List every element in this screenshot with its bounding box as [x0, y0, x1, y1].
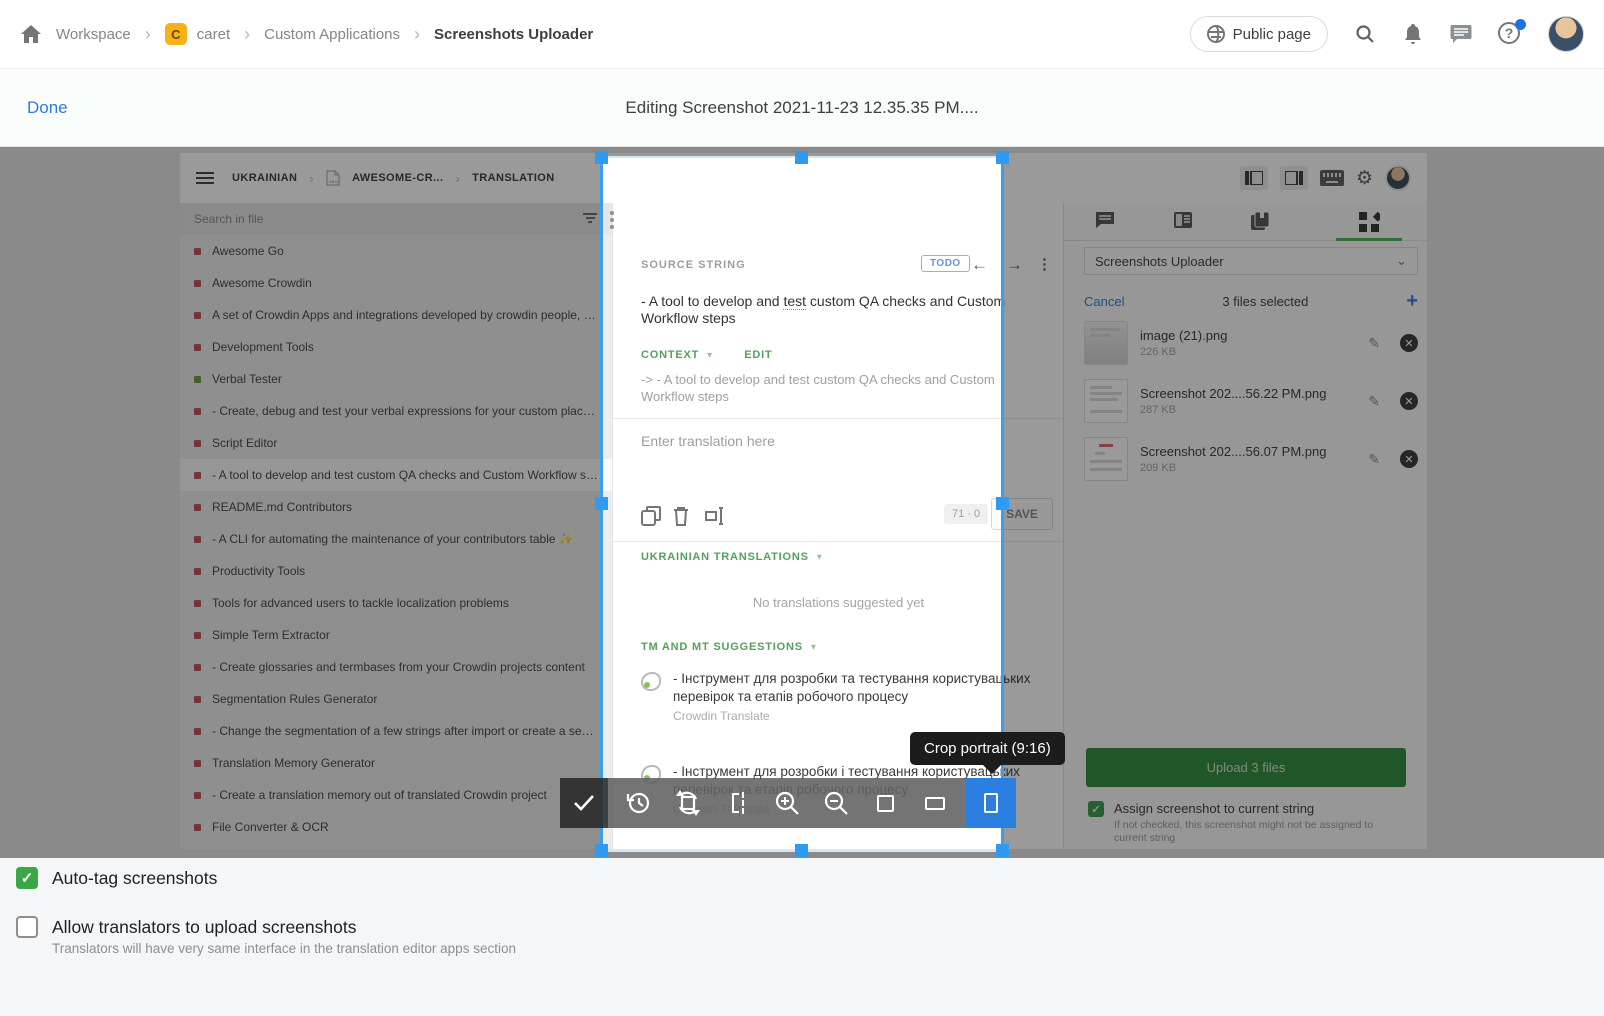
top-bar: Workspace › C caret › Custom Application…: [0, 0, 1604, 68]
crop-editor-canvas: UKRAINIAN › JSON AWESOME-CR... › TRANSLA…: [0, 147, 1604, 858]
allow-translators-description: Translators will have very same interfac…: [52, 941, 516, 956]
char-counter: 71 · 0: [944, 504, 988, 524]
context-label: CONTEXT: [641, 349, 699, 361]
translation-input: Enter translation here: [641, 433, 775, 449]
notification-dot: [1515, 19, 1526, 30]
highlighted-term: test: [783, 293, 806, 310]
chevron-down-icon: ▾: [817, 552, 822, 563]
select-text-icon: [705, 506, 725, 526]
crop-dim-overlay: [1003, 147, 1604, 858]
source-string-label: SOURCE STRING: [641, 259, 746, 271]
crop-handle-bottom-center[interactable]: [795, 844, 808, 857]
ukrainian-translations-header: UKRAINIAN TRANSLATIONS: [641, 551, 809, 563]
globe-icon: [1207, 25, 1225, 43]
chevron-right-icon: ›: [145, 24, 151, 45]
crop-square-button[interactable]: [869, 786, 903, 820]
user-avatar[interactable]: [1548, 16, 1584, 52]
breadcrumb-project[interactable]: caret: [197, 26, 230, 43]
chevron-right-icon: ›: [414, 24, 420, 45]
help-icon[interactable]: ?: [1498, 22, 1522, 46]
allow-translators-label: Allow translators to upload screenshots: [52, 917, 356, 938]
home-icon[interactable]: [20, 23, 42, 45]
context-text: -> - A tool to develop and test custom Q…: [641, 371, 1021, 405]
breadcrumb-section[interactable]: Custom Applications: [264, 26, 400, 43]
copy-source-icon: [641, 506, 661, 526]
rotate-crop-button[interactable]: [671, 786, 705, 820]
crop-handle-mid-left[interactable]: [595, 497, 608, 510]
crop-handle-top-left[interactable]: [595, 151, 608, 164]
chevron-right-icon: ›: [244, 24, 250, 45]
flip-button[interactable]: [721, 786, 755, 820]
auto-tag-checkbox-checked[interactable]: ✓: [16, 867, 38, 889]
chevron-down-icon: ▾: [707, 350, 712, 361]
crop-handle-top-center[interactable]: [795, 151, 808, 164]
breadcrumb: Workspace › C caret › Custom Application…: [20, 23, 593, 45]
crop-portrait-button[interactable]: [966, 778, 1016, 828]
tm-suggestion: - Інструмент для розробки та тестування …: [641, 670, 1041, 723]
screenshot-edit-bar: Done Editing Screenshot 2021-11-23 12.35…: [0, 68, 1604, 147]
suggestion-source: Crowdin Translate: [673, 709, 1041, 723]
public-page-label: Public page: [1233, 26, 1311, 43]
source-string-text: - A tool to develop and test custom QA c…: [641, 293, 1029, 327]
clear-translation-icon: [673, 506, 693, 526]
previous-string-icon: ←: [971, 255, 988, 275]
notifications-bell-icon[interactable]: [1402, 23, 1424, 45]
crop-handle-mid-right[interactable]: [996, 497, 1009, 510]
screenshot-settings: ✓ Auto-tag screenshots Allow translators…: [0, 858, 1604, 1016]
edit-context-button: EDIT: [744, 349, 772, 361]
zoom-in-button[interactable]: [770, 786, 804, 820]
crowdin-translate-icon: [641, 672, 661, 691]
no-translations-text: No translations suggested yet: [613, 595, 1064, 610]
messages-icon[interactable]: [1450, 23, 1472, 45]
crop-toolbar: [560, 778, 1016, 828]
tm-mt-suggestions-header: TM AND MT SUGGESTIONS: [641, 641, 803, 653]
reset-history-button[interactable]: [622, 786, 656, 820]
panel-drag-handle-icon: [606, 211, 618, 229]
apply-crop-button[interactable]: [560, 778, 608, 828]
crop-handle-bottom-left[interactable]: [595, 844, 608, 857]
public-page-button[interactable]: Public page: [1190, 16, 1328, 52]
crop-handle-bottom-right[interactable]: [996, 844, 1009, 857]
crop-tooltip: Crop portrait (9:16): [910, 732, 1065, 765]
breadcrumb-current: Screenshots Uploader: [434, 26, 593, 43]
auto-tag-label: Auto-tag screenshots: [52, 868, 217, 889]
search-icon[interactable]: [1354, 23, 1376, 45]
caret-logo: C: [165, 23, 187, 45]
editing-title: Editing Screenshot 2021-11-23 12.35.35 P…: [0, 98, 1604, 118]
zoom-out-button[interactable]: [819, 786, 853, 820]
crop-landscape-button[interactable]: [918, 786, 952, 820]
crop-handle-top-right[interactable]: [996, 151, 1009, 164]
todo-badge: TODO: [921, 255, 970, 272]
allow-translators-checkbox-unchecked[interactable]: [16, 916, 38, 938]
chevron-down-icon: ▾: [811, 642, 816, 653]
crop-dim-overlay: [0, 147, 601, 858]
breadcrumb-workspace[interactable]: Workspace: [56, 26, 131, 43]
